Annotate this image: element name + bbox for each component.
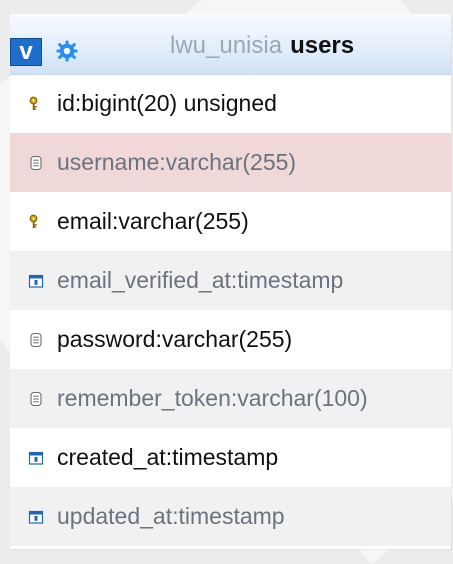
column-type: varchar(255): [161, 326, 293, 352]
collapse-toggle[interactable]: v: [10, 20, 44, 72]
column-type: varchar(255): [118, 208, 249, 234]
column-type: bigint(20) unsigned: [81, 90, 277, 116]
column-name: email_verified_at: [57, 267, 231, 293]
column-icon: [27, 390, 45, 408]
timestamp-icon: [27, 449, 45, 467]
column-type: timestamp: [172, 444, 279, 470]
column-name: id: [57, 90, 75, 116]
column-row-remember-token: remember_token : varchar(100): [10, 369, 451, 428]
column-type: timestamp: [178, 503, 285, 529]
column-row-username: username : varchar(255): [10, 133, 451, 192]
column-row-id: id : bigint(20) unsigned: [10, 74, 451, 133]
column-type: timestamp: [237, 267, 344, 293]
column-type: varchar(100): [237, 385, 368, 411]
column-icon: [27, 331, 45, 349]
column-icon: [27, 154, 45, 172]
column-row-password: password : varchar(255): [10, 310, 451, 369]
column-name: created_at: [57, 444, 166, 470]
timestamp-icon: [27, 272, 45, 290]
column-name: updated_at: [57, 503, 173, 529]
column-name: remember_token: [57, 385, 231, 411]
column-row-email: email : varchar(255): [10, 192, 451, 251]
table-title: lwu_unisia users: [170, 32, 354, 60]
settings-icon[interactable]: [55, 39, 79, 63]
column-name: username: [57, 149, 160, 175]
column-row-created-at: created_at : timestamp: [10, 428, 451, 487]
column-row-email-verified-at: email_verified_at : timestamp: [10, 251, 451, 310]
key-icon: [27, 95, 45, 113]
table-header: v lwu_unisia users: [10, 14, 451, 75]
users-table-card: v lwu_unisia users id: bigint(20) unsig…: [10, 14, 451, 549]
column-type: varchar(255): [165, 149, 297, 175]
column-name: password: [57, 326, 156, 352]
timestamp-icon: [27, 508, 45, 526]
column-row-updated-at: updated_at : timestamp: [10, 487, 451, 546]
key-icon: [27, 213, 45, 231]
columns-list: id : bigint(20) unsigned username : varc…: [10, 74, 451, 546]
database-name: lwu_unisia: [170, 32, 283, 59]
table-name: users: [290, 32, 355, 59]
toggle-label[interactable]: v: [10, 38, 42, 66]
column-name: email: [57, 208, 112, 234]
